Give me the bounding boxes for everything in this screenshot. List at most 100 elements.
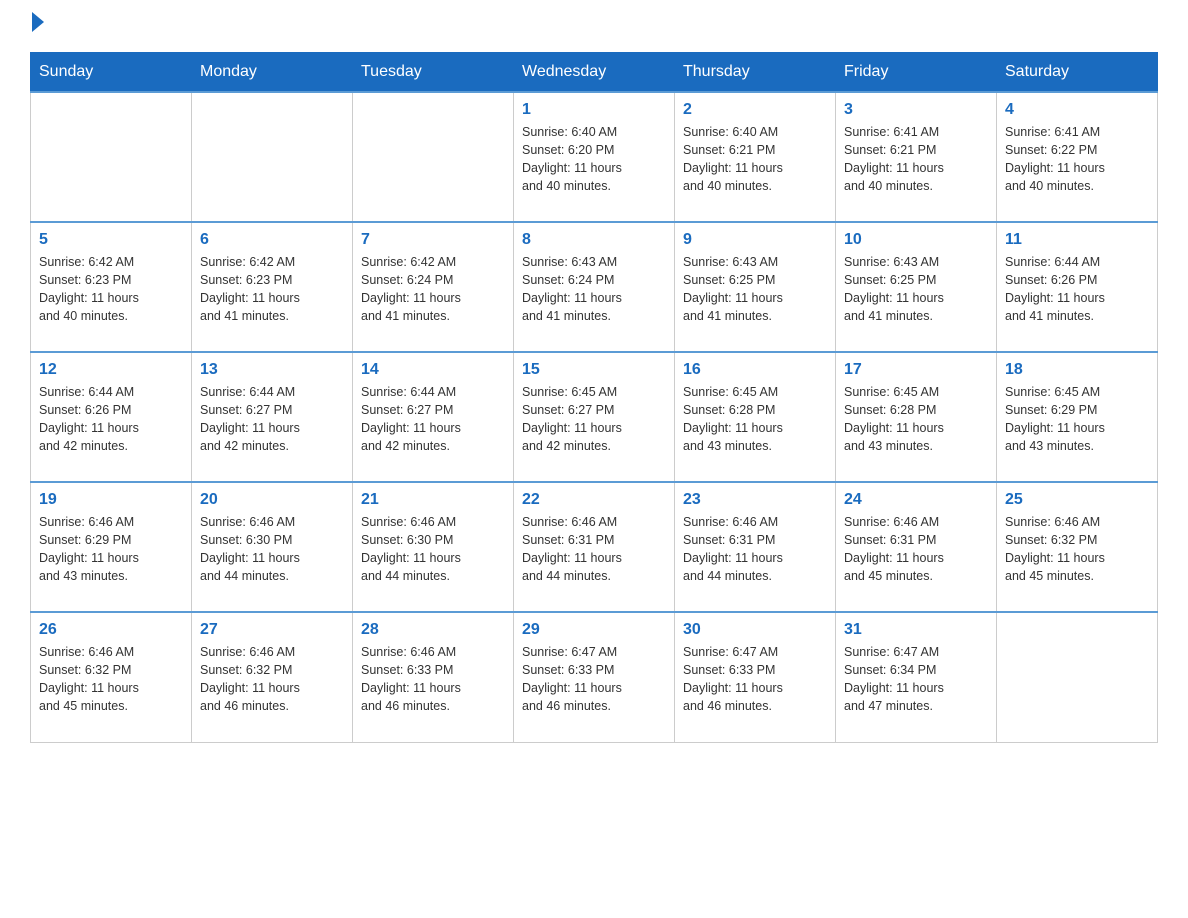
column-header-friday: Friday (836, 53, 997, 93)
day-info: Sunrise: 6:46 AM Sunset: 6:32 PM Dayligh… (200, 643, 344, 716)
day-number: 5 (39, 231, 183, 249)
day-number: 21 (361, 491, 505, 509)
day-number: 25 (1005, 491, 1149, 509)
day-info: Sunrise: 6:46 AM Sunset: 6:31 PM Dayligh… (683, 513, 827, 586)
calendar-cell (31, 92, 192, 222)
day-number: 24 (844, 491, 988, 509)
column-header-sunday: Sunday (31, 53, 192, 93)
day-info: Sunrise: 6:45 AM Sunset: 6:27 PM Dayligh… (522, 383, 666, 456)
day-info: Sunrise: 6:42 AM Sunset: 6:23 PM Dayligh… (39, 253, 183, 326)
day-info: Sunrise: 6:42 AM Sunset: 6:24 PM Dayligh… (361, 253, 505, 326)
calendar-cell: 25 Sunrise: 6:46 AM Sunset: 6:32 PM Dayli… (997, 482, 1158, 612)
day-number: 14 (361, 361, 505, 379)
calendar-cell: 17 Sunrise: 6:45 AM Sunset: 6:28 PM Dayli… (836, 352, 997, 482)
day-number: 13 (200, 361, 344, 379)
calendar-cell: 7 Sunrise: 6:42 AM Sunset: 6:24 PM Daylig… (353, 222, 514, 352)
day-info: Sunrise: 6:43 AM Sunset: 6:25 PM Dayligh… (683, 253, 827, 326)
day-number: 4 (1005, 101, 1149, 119)
calendar-cell: 16Sunrise: 6:45 AM Sunset: 6:28 PM Dayli… (675, 352, 836, 482)
day-number: 31 (844, 621, 988, 639)
day-info: Sunrise: 6:46 AM Sunset: 6:31 PM Dayligh… (522, 513, 666, 586)
day-info: Sunrise: 6:46 AM Sunset: 6:32 PM Dayligh… (39, 643, 183, 716)
column-header-wednesday: Wednesday (514, 53, 675, 93)
day-info: Sunrise: 6:40 AM Sunset: 6:21 PM Dayligh… (683, 123, 827, 196)
calendar-cell (192, 92, 353, 222)
week-row-5: 26 Sunrise: 6:46 AM Sunset: 6:32 PM Dayli… (31, 612, 1158, 742)
day-number: 15 (522, 361, 666, 379)
week-row-4: 19 Sunrise: 6:46 AM Sunset: 6:29 PM Dayli… (31, 482, 1158, 612)
logo-arrow-icon (32, 12, 44, 32)
calendar-cell: 3 Sunrise: 6:41 AM Sunset: 6:21 PM Daylig… (836, 92, 997, 222)
day-info: Sunrise: 6:44 AM Sunset: 6:27 PM Dayligh… (361, 383, 505, 456)
column-header-tuesday: Tuesday (353, 53, 514, 93)
calendar-cell (997, 612, 1158, 742)
calendar-cell: 4 Sunrise: 6:41 AM Sunset: 6:22 PM Daylig… (997, 92, 1158, 222)
calendar-cell: 6 Sunrise: 6:42 AM Sunset: 6:23 PM Daylig… (192, 222, 353, 352)
day-number: 19 (39, 491, 183, 509)
calendar-cell: 10Sunrise: 6:43 AM Sunset: 6:25 PM Dayli… (836, 222, 997, 352)
day-info: Sunrise: 6:47 AM Sunset: 6:33 PM Dayligh… (683, 643, 827, 716)
column-header-saturday: Saturday (997, 53, 1158, 93)
day-number: 16 (683, 361, 827, 379)
day-info: Sunrise: 6:45 AM Sunset: 6:28 PM Dayligh… (844, 383, 988, 456)
day-number: 26 (39, 621, 183, 639)
calendar-cell: 24Sunrise: 6:46 AM Sunset: 6:31 PM Dayli… (836, 482, 997, 612)
day-info: Sunrise: 6:47 AM Sunset: 6:33 PM Dayligh… (522, 643, 666, 716)
calendar-cell: 29 Sunrise: 6:47 AM Sunset: 6:33 PM Dayli… (514, 612, 675, 742)
calendar-cell: 11 Sunrise: 6:44 AM Sunset: 6:26 PM Dayli… (997, 222, 1158, 352)
calendar-cell: 5 Sunrise: 6:42 AM Sunset: 6:23 PM Daylig… (31, 222, 192, 352)
day-number: 12 (39, 361, 183, 379)
day-info: Sunrise: 6:44 AM Sunset: 6:26 PM Dayligh… (1005, 253, 1149, 326)
calendar-cell: 28 Sunrise: 6:46 AM Sunset: 6:33 PM Dayli… (353, 612, 514, 742)
week-row-3: 12Sunrise: 6:44 AM Sunset: 6:26 PM Dayli… (31, 352, 1158, 482)
day-number: 27 (200, 621, 344, 639)
day-info: Sunrise: 6:40 AM Sunset: 6:20 PM Dayligh… (522, 123, 666, 196)
day-info: Sunrise: 6:43 AM Sunset: 6:25 PM Dayligh… (844, 253, 988, 326)
calendar-cell: 19 Sunrise: 6:46 AM Sunset: 6:29 PM Dayli… (31, 482, 192, 612)
calendar-cell (353, 92, 514, 222)
calendar-cell: 31 Sunrise: 6:47 AM Sunset: 6:34 PM Dayli… (836, 612, 997, 742)
calendar-cell: 20 Sunrise: 6:46 AM Sunset: 6:30 PM Dayli… (192, 482, 353, 612)
day-number: 29 (522, 621, 666, 639)
day-number: 20 (200, 491, 344, 509)
day-info: Sunrise: 6:42 AM Sunset: 6:23 PM Dayligh… (200, 253, 344, 326)
calendar-cell: 22 Sunrise: 6:46 AM Sunset: 6:31 PM Dayli… (514, 482, 675, 612)
column-header-monday: Monday (192, 53, 353, 93)
calendar-cell: 18 Sunrise: 6:45 AM Sunset: 6:29 PM Dayli… (997, 352, 1158, 482)
week-row-2: 5 Sunrise: 6:42 AM Sunset: 6:23 PM Daylig… (31, 222, 1158, 352)
day-number: 6 (200, 231, 344, 249)
day-info: Sunrise: 6:45 AM Sunset: 6:29 PM Dayligh… (1005, 383, 1149, 456)
day-number: 23 (683, 491, 827, 509)
calendar-cell: 14 Sunrise: 6:44 AM Sunset: 6:27 PM Dayli… (353, 352, 514, 482)
day-info: Sunrise: 6:41 AM Sunset: 6:21 PM Dayligh… (844, 123, 988, 196)
day-number: 17 (844, 361, 988, 379)
day-info: Sunrise: 6:41 AM Sunset: 6:22 PM Dayligh… (1005, 123, 1149, 196)
day-number: 28 (361, 621, 505, 639)
calendar-cell: 8 Sunrise: 6:43 AM Sunset: 6:24 PM Daylig… (514, 222, 675, 352)
calendar-cell: 30Sunrise: 6:47 AM Sunset: 6:33 PM Dayli… (675, 612, 836, 742)
day-number: 1 (522, 101, 666, 119)
calendar-cell: 13Sunrise: 6:44 AM Sunset: 6:27 PM Dayli… (192, 352, 353, 482)
page-header (30, 20, 1158, 32)
day-info: Sunrise: 6:46 AM Sunset: 6:29 PM Dayligh… (39, 513, 183, 586)
day-number: 9 (683, 231, 827, 249)
calendar-cell: 23 Sunrise: 6:46 AM Sunset: 6:31 PM Dayli… (675, 482, 836, 612)
day-info: Sunrise: 6:46 AM Sunset: 6:33 PM Dayligh… (361, 643, 505, 716)
calendar-cell: 21Sunrise: 6:46 AM Sunset: 6:30 PM Dayli… (353, 482, 514, 612)
day-number: 8 (522, 231, 666, 249)
calendar-cell: 27 Sunrise: 6:46 AM Sunset: 6:32 PM Dayli… (192, 612, 353, 742)
week-row-1: 1 Sunrise: 6:40 AM Sunset: 6:20 PM Daylig… (31, 92, 1158, 222)
column-header-thursday: Thursday (675, 53, 836, 93)
calendar-table: SundayMondayTuesdayWednesdayThursdayFrid… (30, 52, 1158, 743)
day-info: Sunrise: 6:43 AM Sunset: 6:24 PM Dayligh… (522, 253, 666, 326)
day-number: 18 (1005, 361, 1149, 379)
day-number: 7 (361, 231, 505, 249)
day-number: 3 (844, 101, 988, 119)
day-number: 22 (522, 491, 666, 509)
day-number: 11 (1005, 231, 1149, 249)
day-info: Sunrise: 6:46 AM Sunset: 6:30 PM Dayligh… (200, 513, 344, 586)
day-info: Sunrise: 6:47 AM Sunset: 6:34 PM Dayligh… (844, 643, 988, 716)
day-info: Sunrise: 6:46 AM Sunset: 6:32 PM Dayligh… (1005, 513, 1149, 586)
calendar-cell: 2Sunrise: 6:40 AM Sunset: 6:21 PM Daylig… (675, 92, 836, 222)
logo (30, 20, 44, 32)
